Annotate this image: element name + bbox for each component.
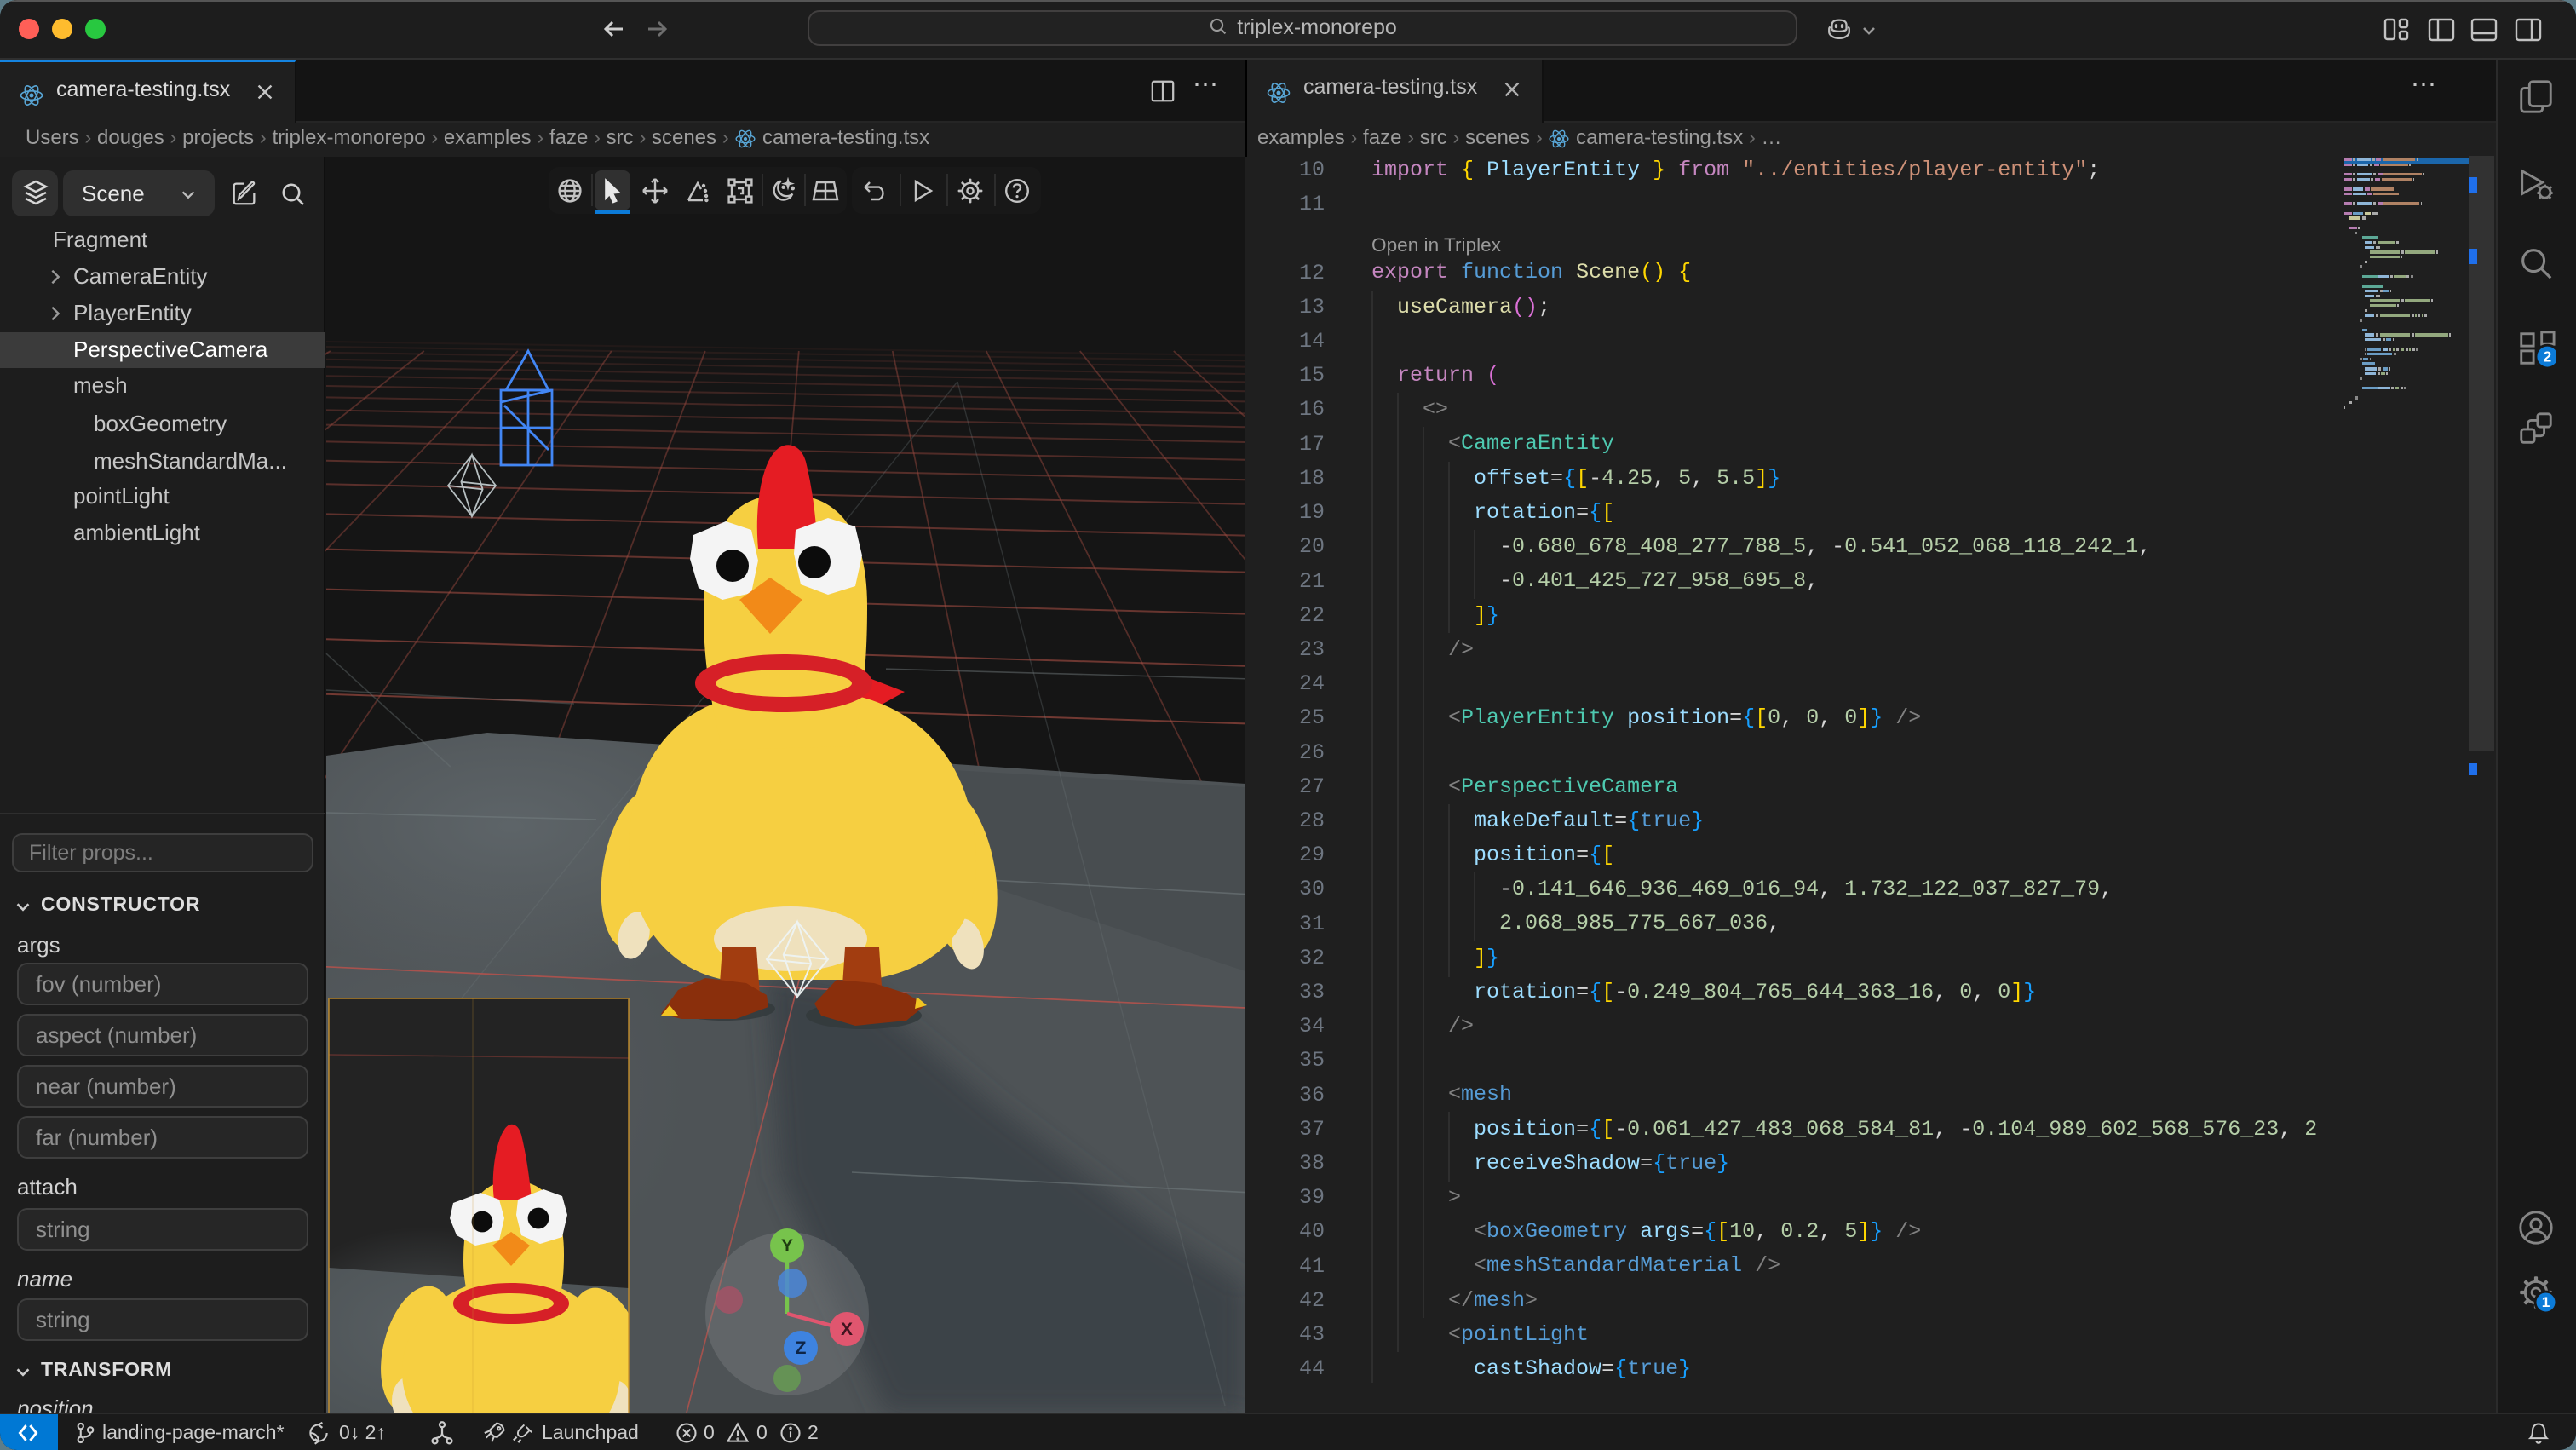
svg-text:Z: Z [796,1338,807,1358]
svg-text:Y: Y [781,1236,793,1256]
svg-text:X: X [841,1320,853,1339]
svg-text:1: 1 [2542,1293,2550,1310]
svg-text:2: 2 [2544,348,2552,365]
